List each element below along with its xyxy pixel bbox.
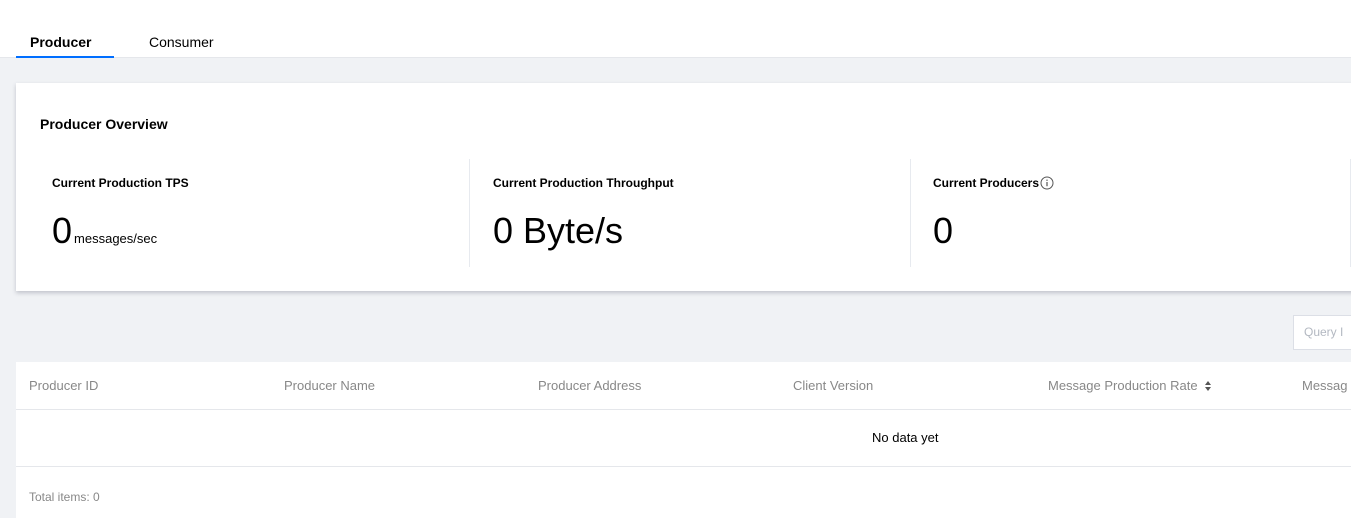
metric-label-row: Current Producers <box>933 176 1054 190</box>
table-header: Producer ID Producer Name Producer Addre… <box>16 362 1351 410</box>
producer-table: Producer ID Producer Name Producer Addre… <box>16 362 1351 518</box>
metric-label: Current Producers <box>933 176 1040 190</box>
metric-unit: messages/sec <box>74 231 158 246</box>
tab-consumer[interactable]: Consumer <box>149 33 214 51</box>
metric-value: 0 Byte/s <box>493 210 624 251</box>
metric-current-producers: Current Producers 0 <box>933 159 1333 267</box>
column-header-producer-address: Producer Address <box>538 378 642 393</box>
page: Producer Consumer Producer Overview Curr… <box>0 0 1351 518</box>
metric-production-tps: Current Production TPS 0 messages/sec <box>52 159 452 267</box>
column-header-message: Messag <box>1302 378 1348 393</box>
sort-icon[interactable] <box>1204 380 1212 392</box>
column-header-label: Message Production Rate <box>1048 378 1198 393</box>
tab-bar: Producer Consumer <box>0 0 1351 58</box>
column-header-producer-name: Producer Name <box>284 378 376 393</box>
metric-value: 0 messages/sec <box>52 211 157 259</box>
total-items: Total items: 0 <box>29 490 100 504</box>
active-tab-indicator <box>16 56 114 58</box>
empty-text: No data yet <box>872 430 939 445</box>
empty-table-row: No data yet <box>16 410 1351 467</box>
producer-overview-card: Producer Overview Current Production TPS… <box>16 83 1351 291</box>
metric-divider <box>910 159 911 267</box>
metric-label: Current Production TPS <box>52 176 189 190</box>
metric-label: Current Production Throughput <box>493 176 674 190</box>
search-input[interactable]: Query I <box>1293 315 1351 350</box>
metric-divider <box>469 159 470 267</box>
column-header-production-rate[interactable]: Message Production Rate <box>1048 378 1212 393</box>
metric-value: 0 <box>933 210 954 251</box>
column-header-client-version: Client Version <box>793 378 874 393</box>
overview-title: Producer Overview <box>40 116 168 132</box>
metric-production-throughput: Current Production Throughput 0 Byte/s <box>493 159 893 267</box>
metric-number: 0 <box>52 210 73 251</box>
info-icon[interactable] <box>1040 176 1054 190</box>
column-header-producer-id: Producer ID <box>29 378 99 393</box>
tab-producer[interactable]: Producer <box>30 33 91 51</box>
